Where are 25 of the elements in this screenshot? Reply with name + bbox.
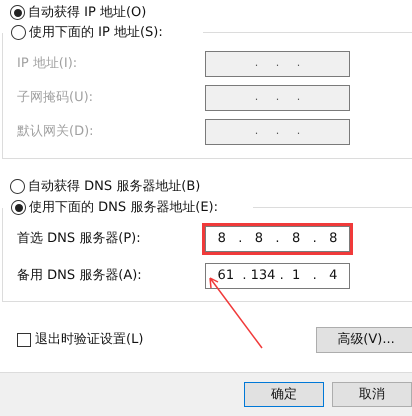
radio-button[interactable] (11, 200, 26, 216)
dialog-button[interactable]: 确定 (244, 382, 324, 407)
field-label: IP 地址(I): (16, 54, 78, 73)
field-value: . . . (254, 89, 300, 106)
field-label: 子网掩码(U): (16, 88, 94, 107)
field-value: . . . (254, 55, 300, 72)
field-label: 默认网关(D): (16, 122, 95, 141)
radio-label: 自动获得 DNS 服务器地址(B) (28, 178, 200, 196)
radio-label: 自动获得 IP 地址(O) (28, 4, 146, 22)
checkbox-label: 退出时验证设置(L) (35, 331, 144, 350)
field-label: 备用 DNS 服务器(A): (16, 267, 143, 286)
ip-address-field[interactable]: 8 . 8 . 8 . 8 (202, 223, 353, 255)
field-value: . . . (254, 123, 300, 140)
radio-label: 使用下面的 IP 地址(S): (29, 24, 163, 42)
dialog-button[interactable]: 取消 (332, 382, 412, 407)
field-label: 首选 DNS 服务器(P): (16, 230, 142, 248)
checkbox[interactable] (17, 333, 31, 347)
ip-address-field[interactable]: 61 . 134 . 1 . 4 (205, 263, 350, 289)
field-value: 61 . 134 . 1 . 4 (218, 267, 338, 286)
radio-button[interactable] (10, 178, 25, 194)
advanced-button[interactable]: 高级(V)... (316, 327, 412, 353)
radio-button[interactable] (11, 24, 26, 40)
radio-button[interactable] (10, 5, 25, 20)
radio-label: 使用下面的 DNS 服务器地址(E): (29, 199, 218, 217)
field-value: 8 . 8 . 8 . 8 (218, 230, 338, 248)
